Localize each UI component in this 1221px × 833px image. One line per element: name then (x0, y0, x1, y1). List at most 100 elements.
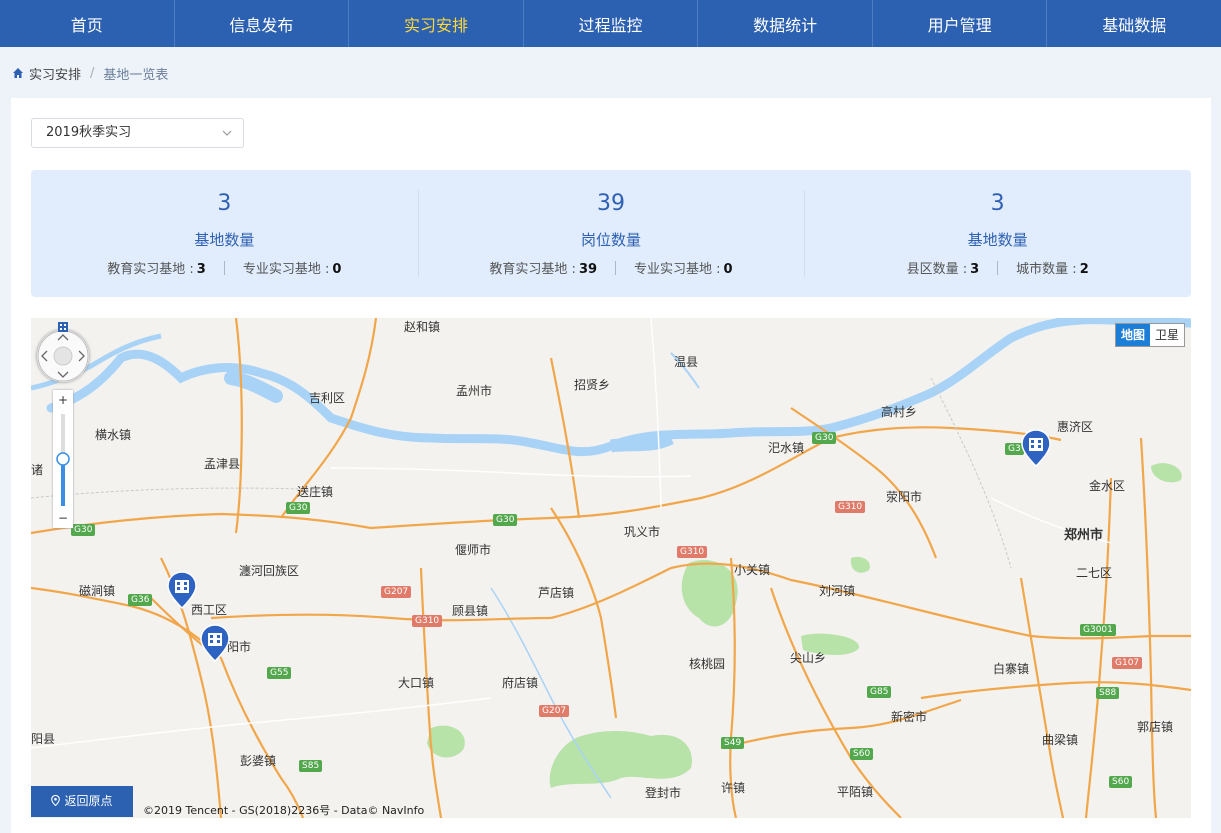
divider (997, 260, 999, 275)
semester-select-value: 2019秋季实习 (46, 125, 132, 140)
semester-select[interactable]: 2019秋季实习 (31, 118, 244, 148)
zoom-in-button[interactable]: + (53, 392, 73, 408)
map-label: 平陌镇 (837, 785, 874, 799)
road-shield: S49 (721, 737, 745, 749)
pan-control[interactable] (37, 330, 89, 382)
stat-breakdown: 县区数量 :3 城市数量 :2 (804, 258, 1191, 277)
map-type-satellite[interactable]: 卫星 (1150, 324, 1184, 346)
map-type-toggle: 地图 卫星 (1114, 323, 1185, 347)
stat-breakdown: 教育实习基地 :3 专业实习基地 :0 (31, 258, 418, 277)
map-label: 新密市 (891, 710, 928, 724)
map-label: 刘河镇 (819, 584, 856, 598)
stat-value: 3 (990, 191, 1005, 216)
stat-value: 3 (217, 191, 232, 216)
stats-card: 3 基地数量 教育实习基地 :3 专业实习基地 :0 39 岗位数量 教育实习基… (31, 170, 1191, 297)
divider (615, 260, 617, 275)
road-shield: S85 (299, 760, 323, 772)
road-shield: G107 (1112, 657, 1143, 669)
map-label: 白寨镇 (993, 662, 1030, 676)
breadcrumb: 实习安排 / 基地一览表 (12, 63, 168, 83)
road-shield: G55 (267, 667, 292, 679)
main-panel: 2019秋季实习 3 基地数量 教育实习基地 :3 专业实习基地 :0 39 岗… (11, 98, 1211, 833)
map-label: 许镇 (721, 781, 746, 795)
stat-item: 城市数量 :2 (1016, 262, 1089, 277)
map-label: 招贤乡 (574, 378, 611, 392)
map-label: 小关镇 (734, 563, 771, 577)
breadcrumb-root[interactable]: 实习安排 (29, 64, 81, 83)
stat-item: 教育实习基地 :3 (107, 262, 206, 277)
map-label: 郭店镇 (1137, 720, 1174, 734)
road-shield: G30 (493, 514, 518, 526)
map-label: 大口镇 (398, 676, 435, 690)
map-label: 惠济区 (1057, 420, 1094, 434)
map-label: 赵和镇 (404, 320, 441, 334)
road-shield: S60 (850, 748, 874, 760)
return-to-origin-label: 返回原点 (64, 794, 113, 808)
road-shield: S88 (1096, 687, 1120, 699)
stat-region-count: 3 基地数量 县区数量 :3 城市数量 :2 (804, 170, 1191, 297)
nav-data-statistics[interactable]: 数据统计 (698, 0, 873, 47)
location-pin-icon (51, 794, 61, 807)
map-label: 芦店镇 (538, 586, 575, 600)
divider (223, 260, 225, 275)
map-label: 横水镇 (95, 428, 132, 442)
nav-home[interactable]: 首页 (0, 0, 175, 47)
base-marker-pin[interactable] (1020, 428, 1052, 468)
road-shield: G310 (677, 546, 708, 558)
road-shield: G3001 (1080, 624, 1116, 636)
map-view[interactable]: 赵和镇 温县 孟州市 招贤乡 吉利区 高村乡 惠济区 横水镇 孟津县 汜水镇 金… (31, 318, 1191, 818)
nav-internship-arrangement[interactable]: 实习安排 (349, 0, 524, 47)
map-type-standard[interactable]: 地图 (1115, 324, 1150, 346)
map-label: 彭婆镇 (240, 754, 277, 768)
nav-process-monitor[interactable]: 过程监控 (524, 0, 699, 47)
map-label: 荥阳市 (886, 490, 923, 504)
map-label: 府店镇 (502, 676, 539, 690)
stat-item: 专业实习基地 :0 (242, 262, 342, 277)
road-shield: G30 (286, 502, 311, 514)
base-marker-pin[interactable] (199, 623, 231, 663)
compass-icon (58, 322, 68, 332)
road-shield: G207 (381, 586, 412, 598)
map-copyright: ©2019 Tencent - GS(2018)2236号 - Data© Na… (143, 804, 425, 817)
map-label: 金水区 (1089, 479, 1126, 493)
road-shield: G30 (812, 432, 837, 444)
zoom-control: + − (53, 390, 73, 528)
map-label: 二七区 (1076, 566, 1113, 580)
map-label: 偃师市 (455, 543, 492, 557)
map-label: 郑州市 (1064, 528, 1104, 543)
map-label: 高村乡 (881, 405, 918, 419)
road-shield: G310 (412, 615, 443, 627)
nav-basic-data[interactable]: 基础数据 (1047, 0, 1221, 47)
stat-item: 教育实习基地 :39 (489, 262, 598, 277)
base-marker-pin[interactable] (166, 570, 198, 610)
nav-info-publish[interactable]: 信息发布 (175, 0, 350, 47)
stat-label: 基地数量 (194, 231, 255, 249)
map-label: 核桃园 (689, 657, 726, 671)
map-label: 瀍河回族区 (239, 564, 300, 578)
stat-label: 岗位数量 (581, 231, 642, 249)
breadcrumb-separator: / (90, 65, 95, 81)
road-shield: G30 (71, 524, 96, 536)
map-label: 巩义市 (624, 525, 661, 539)
map-base-layer (31, 318, 1191, 818)
map-label: 送庄镇 (297, 485, 334, 499)
map-label: 诸 (31, 463, 44, 477)
stat-breakdown: 教育实习基地 :39 专业实习基地 :0 (418, 258, 805, 277)
map-label: 温县 (674, 355, 699, 369)
map-label: 吉利区 (309, 391, 346, 405)
map-label: 孟州市 (456, 384, 493, 398)
return-to-origin-button[interactable]: 返回原点 (31, 786, 133, 817)
zoom-slider-handle[interactable] (56, 452, 70, 466)
zoom-out-button[interactable]: − (53, 510, 73, 526)
stat-label: 基地数量 (967, 231, 1028, 249)
road-shield: S60 (1109, 776, 1133, 788)
stat-item: 专业实习基地 :0 (634, 262, 733, 277)
map-label: 阳县 (31, 732, 56, 746)
road-shield: G310 (835, 501, 866, 513)
stat-base-count: 3 基地数量 教育实习基地 :3 专业实习基地 :0 (31, 170, 418, 297)
map-label: 顾县镇 (452, 604, 489, 618)
stat-value: 39 (597, 191, 625, 216)
map-label: 孟津县 (204, 457, 241, 471)
nav-user-management[interactable]: 用户管理 (873, 0, 1048, 47)
top-nav: 首页 信息发布 实习安排 过程监控 数据统计 用户管理 基础数据 (0, 0, 1221, 47)
